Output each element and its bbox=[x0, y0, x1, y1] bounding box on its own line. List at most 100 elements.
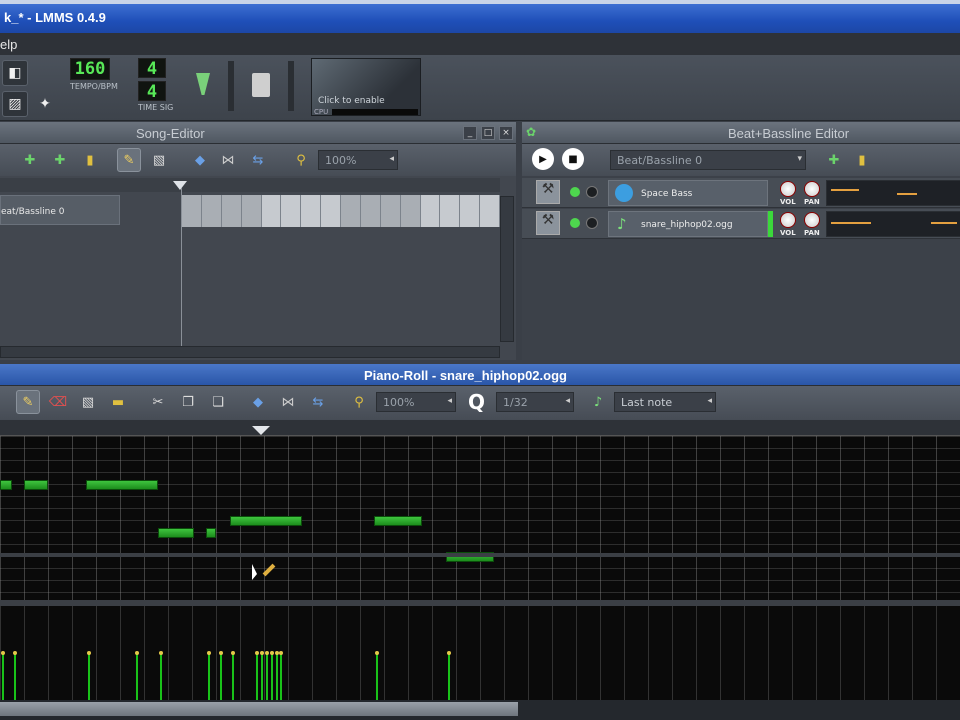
split-icon[interactable]: ⋈ bbox=[276, 390, 300, 414]
piano-note[interactable] bbox=[158, 528, 195, 538]
instrument-button[interactable]: ♪ snare_hiphop02.ogg bbox=[608, 211, 768, 237]
draw-mode-icon[interactable]: ✎ bbox=[16, 390, 40, 414]
velocity-bar[interactable] bbox=[260, 651, 265, 700]
velocity-bar[interactable] bbox=[207, 651, 212, 700]
song-track-label[interactable]: eat/Bassline 0 bbox=[0, 195, 120, 225]
piano-note[interactable] bbox=[0, 480, 12, 490]
chevron-down-icon: ▾ bbox=[797, 154, 802, 164]
song-zoom-combo[interactable]: 100% ◂ bbox=[318, 150, 398, 170]
time-sig-numerator[interactable]: 4 bbox=[138, 58, 166, 79]
step-pattern[interactable] bbox=[826, 211, 960, 237]
piano-note[interactable] bbox=[230, 516, 303, 526]
export-icon[interactable]: ✦ bbox=[32, 91, 58, 117]
step-pattern[interactable] bbox=[826, 180, 960, 206]
velocity-bar[interactable] bbox=[135, 651, 140, 700]
add-automation-icon[interactable]: ▮ bbox=[850, 148, 874, 172]
song-track-name: eat/Bassline 0 bbox=[1, 207, 65, 217]
erase-mode-icon[interactable]: ⌫ bbox=[46, 390, 70, 414]
edit-mode-icon[interactable]: ▧ bbox=[147, 148, 171, 172]
sample-icon: ♪ bbox=[617, 215, 627, 233]
song-zoom-value: 100% bbox=[325, 154, 357, 167]
menu-item-help[interactable]: elp bbox=[0, 37, 17, 52]
add-sample-track-icon[interactable]: ✚ bbox=[48, 148, 72, 172]
tempo-display[interactable]: 160 bbox=[70, 58, 110, 80]
track-settings-icon[interactable]: ⚒ bbox=[536, 211, 560, 235]
note-length-combo[interactable]: Last note ◂ bbox=[614, 392, 716, 412]
velocity-bar[interactable] bbox=[1, 651, 5, 700]
velocity-bar[interactable] bbox=[375, 651, 380, 700]
record-icon[interactable]: ◆ bbox=[246, 390, 270, 414]
master-volume-slider[interactable] bbox=[228, 61, 234, 111]
cut-icon[interactable]: ✂ bbox=[146, 390, 170, 414]
quantize-combo[interactable]: 1/32 ◂ bbox=[496, 392, 574, 412]
master-volume-icon[interactable] bbox=[196, 73, 210, 95]
cpu-oscilloscope[interactable]: Click to enable CPU bbox=[311, 58, 421, 116]
cpu-label: CPU bbox=[314, 108, 329, 116]
add-steps-icon[interactable]: ✚ bbox=[822, 148, 846, 172]
pan-knob[interactable] bbox=[804, 212, 820, 228]
pan-knob[interactable] bbox=[804, 181, 820, 197]
velocity-bar[interactable] bbox=[87, 651, 92, 700]
piano-note[interactable] bbox=[206, 528, 216, 538]
new-project-icon[interactable]: ◧ bbox=[2, 60, 28, 86]
volume-knob[interactable] bbox=[780, 212, 796, 228]
time-sig-denominator[interactable]: 4 bbox=[138, 81, 166, 102]
paste-icon[interactable]: ❏ bbox=[206, 390, 230, 414]
minimize-icon[interactable]: _ bbox=[463, 126, 477, 140]
save-project-icon[interactable]: ▨ bbox=[2, 91, 28, 117]
piano-horizontal-scrollbar[interactable] bbox=[0, 700, 960, 720]
add-bb-track-icon[interactable]: ✚ bbox=[18, 148, 42, 172]
maximize-icon[interactable]: □ bbox=[481, 126, 495, 140]
velocity-bar[interactable] bbox=[274, 651, 279, 700]
piano-zoom-value: 100% bbox=[383, 396, 415, 409]
loop-points-icon[interactable]: ⇆ bbox=[246, 148, 270, 172]
velocity-editor[interactable] bbox=[0, 606, 960, 700]
split-icon[interactable]: ⋈ bbox=[216, 148, 240, 172]
velocity-bar[interactable] bbox=[219, 651, 224, 700]
velocity-bar[interactable] bbox=[231, 651, 236, 700]
mute-led-icon[interactable] bbox=[570, 218, 580, 228]
master-pitch-icon[interactable] bbox=[252, 73, 270, 97]
instrument-button[interactable]: Space Bass bbox=[608, 180, 768, 206]
velocity-bar[interactable] bbox=[265, 651, 269, 700]
volume-knob[interactable] bbox=[780, 181, 796, 197]
play-icon[interactable]: ▶ bbox=[532, 148, 554, 170]
pan-label: PAN bbox=[804, 229, 820, 237]
velocity-bar[interactable] bbox=[13, 651, 17, 700]
piano-note[interactable] bbox=[86, 480, 159, 490]
add-automation-track-icon[interactable]: ▮ bbox=[78, 148, 102, 172]
velocity-bar[interactable] bbox=[269, 651, 274, 700]
bb-track-row: ⚒ ♪ snare_hiphop02.ogg VOL PAN bbox=[522, 209, 960, 239]
solo-led-icon[interactable] bbox=[586, 217, 598, 229]
bb-editor-titlebar: ✿ Beat+Bassline Editor bbox=[522, 122, 960, 144]
solo-led-icon[interactable] bbox=[586, 186, 598, 198]
playhead-marker[interactable] bbox=[252, 426, 270, 435]
select-mode-icon[interactable]: ▧ bbox=[76, 390, 100, 414]
piano-roll-grid[interactable] bbox=[0, 436, 960, 602]
stop-icon[interactable]: ■ bbox=[562, 148, 584, 170]
velocity-bar[interactable] bbox=[279, 651, 284, 700]
velocity-bar[interactable] bbox=[447, 651, 452, 700]
song-vertical-scrollbar[interactable] bbox=[500, 196, 514, 342]
master-pitch-slider[interactable] bbox=[288, 61, 294, 111]
loop-icon[interactable]: ⇆ bbox=[306, 390, 330, 414]
velocity-bar[interactable] bbox=[159, 651, 164, 700]
add-pattern-icon[interactable]: ◆ bbox=[188, 148, 212, 172]
song-horizontal-scrollbar[interactable] bbox=[0, 346, 500, 358]
bb-pattern-block[interactable] bbox=[182, 195, 500, 227]
song-timeline-ruler[interactable] bbox=[0, 178, 500, 192]
close-icon[interactable]: × bbox=[499, 126, 513, 140]
bb-selector-combo[interactable]: Beat/Bassline 0 ▾ bbox=[610, 150, 806, 170]
velocity-bar[interactable] bbox=[255, 651, 260, 700]
copy-icon[interactable]: ❐ bbox=[176, 390, 200, 414]
mute-led-icon[interactable] bbox=[570, 187, 580, 197]
piano-zoom-combo[interactable]: 100% ◂ bbox=[376, 392, 456, 412]
track-settings-icon[interactable]: ⚒ bbox=[536, 180, 560, 204]
piano-note[interactable] bbox=[24, 480, 48, 490]
scrollbar-thumb[interactable] bbox=[0, 702, 518, 716]
piano-roll-ruler[interactable] bbox=[0, 420, 960, 436]
piano-note[interactable] bbox=[374, 516, 423, 526]
detune-mode-icon[interactable]: ▬ bbox=[106, 390, 130, 414]
playhead-marker[interactable] bbox=[173, 181, 187, 190]
draw-mode-icon[interactable]: ✎ bbox=[117, 148, 141, 172]
